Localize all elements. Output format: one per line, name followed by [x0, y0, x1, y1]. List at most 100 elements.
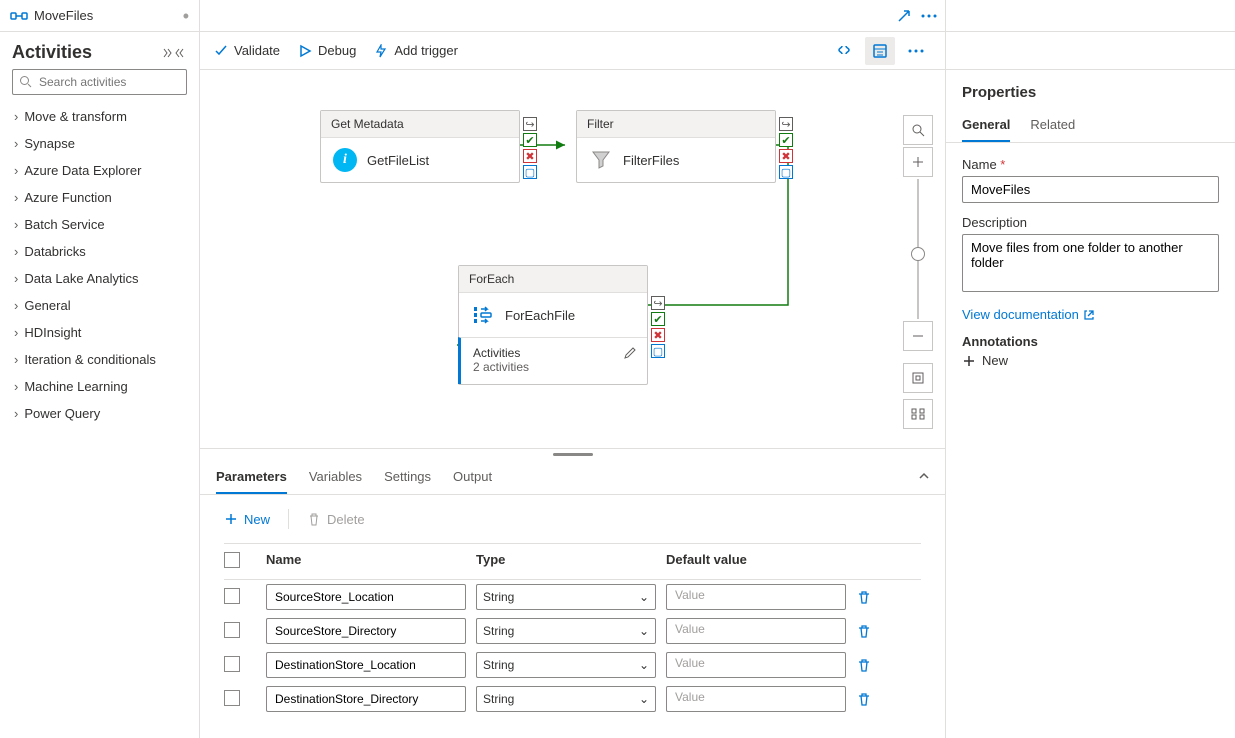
param-type-select[interactable]: String⌄ [476, 618, 656, 644]
param-name-input[interactable] [266, 686, 466, 712]
completion-handle-icon[interactable]: ↪ [651, 296, 665, 310]
row-checkbox[interactable] [224, 656, 240, 672]
activity-type-label: Get Metadata [321, 111, 519, 138]
zoom-magnifier-button[interactable] [903, 115, 933, 145]
tab-general[interactable]: General [962, 111, 1010, 142]
select-all-checkbox[interactable] [224, 552, 240, 568]
skip-handle-icon[interactable]: ▢ [779, 165, 793, 179]
row-checkbox[interactable] [224, 622, 240, 638]
delete-row-button[interactable] [856, 691, 896, 707]
activity-category[interactable]: ›General [0, 292, 199, 319]
new-annotation-button[interactable]: New [962, 353, 1219, 368]
tab-settings[interactable]: Settings [384, 459, 431, 494]
param-name-input[interactable] [266, 584, 466, 610]
fail-handle-icon[interactable]: ✖ [779, 149, 793, 163]
node-output-handles[interactable]: ↪ ✔ ✖ ▢ [523, 117, 537, 179]
activity-category[interactable]: ›Azure Function [0, 184, 199, 211]
completion-handle-icon[interactable]: ↪ [779, 117, 793, 131]
fail-handle-icon[interactable]: ✖ [523, 149, 537, 163]
expand-icon[interactable] [897, 9, 911, 23]
zoom-in-button[interactable] [903, 147, 933, 177]
activity-category[interactable]: ›Iteration & conditionals [0, 346, 199, 373]
debug-button[interactable]: Debug [298, 43, 356, 58]
success-handle-icon[interactable]: ✔ [651, 312, 665, 326]
auto-align-button[interactable] [903, 399, 933, 429]
code-view-button[interactable] [829, 37, 859, 65]
delete-row-button[interactable] [856, 657, 896, 673]
param-default-input[interactable]: Value [666, 652, 846, 678]
row-checkbox[interactable] [224, 588, 240, 604]
fit-to-screen-button[interactable] [903, 363, 933, 393]
canvas-tools [903, 115, 933, 429]
row-checkbox[interactable] [224, 690, 240, 706]
tab-related[interactable]: Related [1030, 111, 1075, 142]
param-type-select[interactable]: String⌄ [476, 652, 656, 678]
description-field[interactable]: Move files from one folder to another fo… [962, 234, 1219, 292]
tab-variables[interactable]: Variables [309, 459, 362, 494]
pipeline-tab-title: MoveFiles [34, 8, 93, 23]
add-trigger-button[interactable]: Add trigger [374, 43, 458, 58]
zoom-thumb[interactable] [911, 247, 925, 261]
activities-panel: MoveFiles • Activities ›Move & transform… [0, 0, 200, 738]
zoom-out-button[interactable] [903, 321, 933, 351]
tab-parameters[interactable]: Parameters [216, 459, 287, 494]
chevron-right-icon: › [14, 217, 18, 232]
activity-node-getfilelist[interactable]: Get Metadata i GetFileList ↪ ✔ ✖ ▢ [320, 110, 520, 183]
node-output-handles[interactable]: ↪ ✔ ✖ ▢ [779, 117, 793, 179]
activity-category[interactable]: ›Synapse [0, 130, 199, 157]
param-type-select[interactable]: String⌄ [476, 686, 656, 712]
validate-button[interactable]: Validate [214, 43, 280, 58]
success-handle-icon[interactable]: ✔ [523, 133, 537, 147]
more-icon[interactable] [921, 14, 937, 18]
param-default-input[interactable]: Value [666, 584, 846, 610]
param-name-input[interactable] [266, 652, 466, 678]
delete-row-button[interactable] [856, 623, 896, 639]
activity-category[interactable]: ›Move & transform [0, 103, 199, 130]
node-output-handles[interactable]: ↪ ✔ ✖ ▢ [651, 296, 665, 358]
foreach-inner-activities[interactable]: Activities 2 activities [458, 337, 647, 384]
view-documentation-link[interactable]: View documentation [962, 307, 1219, 322]
activity-category[interactable]: ›Power Query [0, 400, 199, 427]
edit-icon[interactable] [623, 346, 637, 360]
chevron-down-icon: ⌄ [639, 624, 649, 638]
activity-node-foreachfile[interactable]: ForEach ForEachFile Activities 2 activit… [458, 265, 648, 385]
success-handle-icon[interactable]: ✔ [779, 133, 793, 147]
delete-row-button[interactable] [856, 589, 896, 605]
chevron-right-icon: › [14, 379, 18, 394]
resize-grip[interactable] [200, 449, 945, 459]
activity-category[interactable]: ›Batch Service [0, 211, 199, 238]
canvas-more-button[interactable] [901, 37, 931, 65]
table-row: String⌄ Value [224, 648, 921, 682]
delete-parameter-button[interactable]: Delete [307, 512, 365, 527]
search-activities-input[interactable] [12, 69, 187, 95]
pipeline-canvas[interactable]: Get Metadata i GetFileList ↪ ✔ ✖ ▢ Filte… [200, 70, 945, 448]
activity-name: ForEachFile [505, 308, 575, 323]
pipeline-tab[interactable]: MoveFiles • [0, 0, 199, 32]
new-parameter-button[interactable]: New [224, 512, 270, 527]
col-type: Type [476, 552, 656, 571]
collapse-pane-icon[interactable] [917, 469, 931, 483]
chevron-right-icon: › [14, 298, 18, 313]
fail-handle-icon[interactable]: ✖ [651, 328, 665, 342]
col-default: Default value [666, 552, 846, 571]
activity-category[interactable]: ›Machine Learning [0, 373, 199, 400]
table-row: String⌄ Value [224, 580, 921, 614]
activity-category[interactable]: ›Data Lake Analytics [0, 265, 199, 292]
activity-category[interactable]: ›Azure Data Explorer [0, 157, 199, 184]
skip-handle-icon[interactable]: ▢ [651, 344, 665, 358]
collapse-expand-icon[interactable] [161, 47, 187, 59]
param-type-select[interactable]: String⌄ [476, 584, 656, 610]
name-field[interactable] [962, 176, 1219, 203]
chevron-right-icon: › [14, 136, 18, 151]
activity-category[interactable]: ›Databricks [0, 238, 199, 265]
param-name-input[interactable] [266, 618, 466, 644]
activity-category[interactable]: ›HDInsight [0, 319, 199, 346]
param-default-input[interactable]: Value [666, 686, 846, 712]
zoom-slider[interactable] [903, 179, 933, 319]
param-default-input[interactable]: Value [666, 618, 846, 644]
completion-handle-icon[interactable]: ↪ [523, 117, 537, 131]
skip-handle-icon[interactable]: ▢ [523, 165, 537, 179]
tab-output[interactable]: Output [453, 459, 492, 494]
properties-toggle-button[interactable] [865, 37, 895, 65]
activity-node-filterfiles[interactable]: Filter FilterFiles ↪ ✔ ✖ ▢ [576, 110, 776, 183]
